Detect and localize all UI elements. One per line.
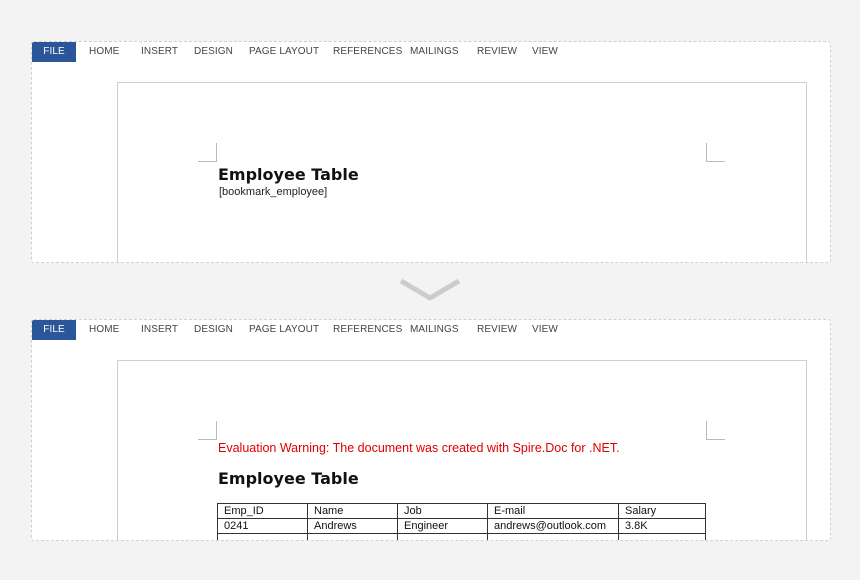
ribbon-tabs: FILE HOME INSERT DESIGN PAGE LAYOUT REFE… bbox=[32, 320, 830, 340]
tab-mailings[interactable]: MAILINGS bbox=[410, 42, 459, 62]
tab-insert[interactable]: INSERT bbox=[141, 42, 178, 62]
tab-page-layout[interactable]: PAGE LAYOUT bbox=[249, 320, 319, 340]
tab-references[interactable]: REFERENCES bbox=[333, 42, 402, 62]
document-page[interactable]: Evaluation Warning: The document was cre… bbox=[117, 360, 807, 540]
header-cell: Job bbox=[397, 503, 488, 519]
tab-references[interactable]: REFERENCES bbox=[333, 320, 402, 340]
document-after-panel: FILE HOME INSERT DESIGN PAGE LAYOUT REFE… bbox=[31, 319, 831, 541]
tab-home[interactable]: HOME bbox=[89, 320, 119, 340]
table-cell: Andrews bbox=[307, 518, 398, 534]
tab-home[interactable]: HOME bbox=[89, 42, 119, 62]
margin-corner-left bbox=[198, 421, 217, 440]
margin-corner-left bbox=[198, 143, 217, 162]
margin-corner-right bbox=[706, 143, 725, 162]
ribbon-tabs: FILE HOME INSERT DESIGN PAGE LAYOUT REFE… bbox=[32, 42, 830, 62]
employee-table: Emp_ID Name Job E-mail Salary 0241 Andre… bbox=[217, 503, 706, 540]
header-cell: Name bbox=[307, 503, 398, 519]
table-cell: 0241 bbox=[217, 518, 308, 534]
header-cell: Salary bbox=[618, 503, 706, 519]
document-before-panel: FILE HOME INSERT DESIGN PAGE LAYOUT REFE… bbox=[31, 41, 831, 263]
table-row: 0241 Andrews Engineer andrews@outlook.co… bbox=[217, 518, 706, 534]
tab-design[interactable]: DESIGN bbox=[194, 42, 233, 62]
tab-design[interactable]: DESIGN bbox=[194, 320, 233, 340]
tab-page-layout[interactable]: PAGE LAYOUT bbox=[249, 42, 319, 62]
document-title: Employee Table bbox=[218, 165, 359, 184]
bookmark-placeholder: [bookmark_employee] bbox=[219, 186, 328, 198]
tab-view[interactable]: VIEW bbox=[532, 42, 558, 62]
table-row-cut-off bbox=[217, 533, 706, 540]
header-cell: Emp_ID bbox=[217, 503, 308, 519]
tab-mailings[interactable]: MAILINGS bbox=[410, 320, 459, 340]
tab-review[interactable]: REVIEW bbox=[477, 42, 517, 62]
tab-view[interactable]: VIEW bbox=[532, 320, 558, 340]
tab-review[interactable]: REVIEW bbox=[477, 320, 517, 340]
document-title: Employee Table bbox=[218, 469, 359, 488]
table-cell: andrews@outlook.com bbox=[487, 518, 619, 534]
table-header-row: Emp_ID Name Job E-mail Salary bbox=[217, 503, 706, 519]
header-cell: E-mail bbox=[487, 503, 619, 519]
table-cell: 3.8K bbox=[618, 518, 706, 534]
evaluation-warning: Evaluation Warning: The document was cre… bbox=[218, 441, 620, 455]
margin-corner-right bbox=[706, 421, 725, 440]
tab-insert[interactable]: INSERT bbox=[141, 320, 178, 340]
tab-file[interactable]: FILE bbox=[32, 42, 76, 62]
chevron-down-icon bbox=[399, 278, 461, 301]
tab-file[interactable]: FILE bbox=[32, 320, 76, 340]
document-page[interactable]: Employee Table [bookmark_employee] bbox=[117, 82, 807, 262]
table-cell: Engineer bbox=[397, 518, 488, 534]
